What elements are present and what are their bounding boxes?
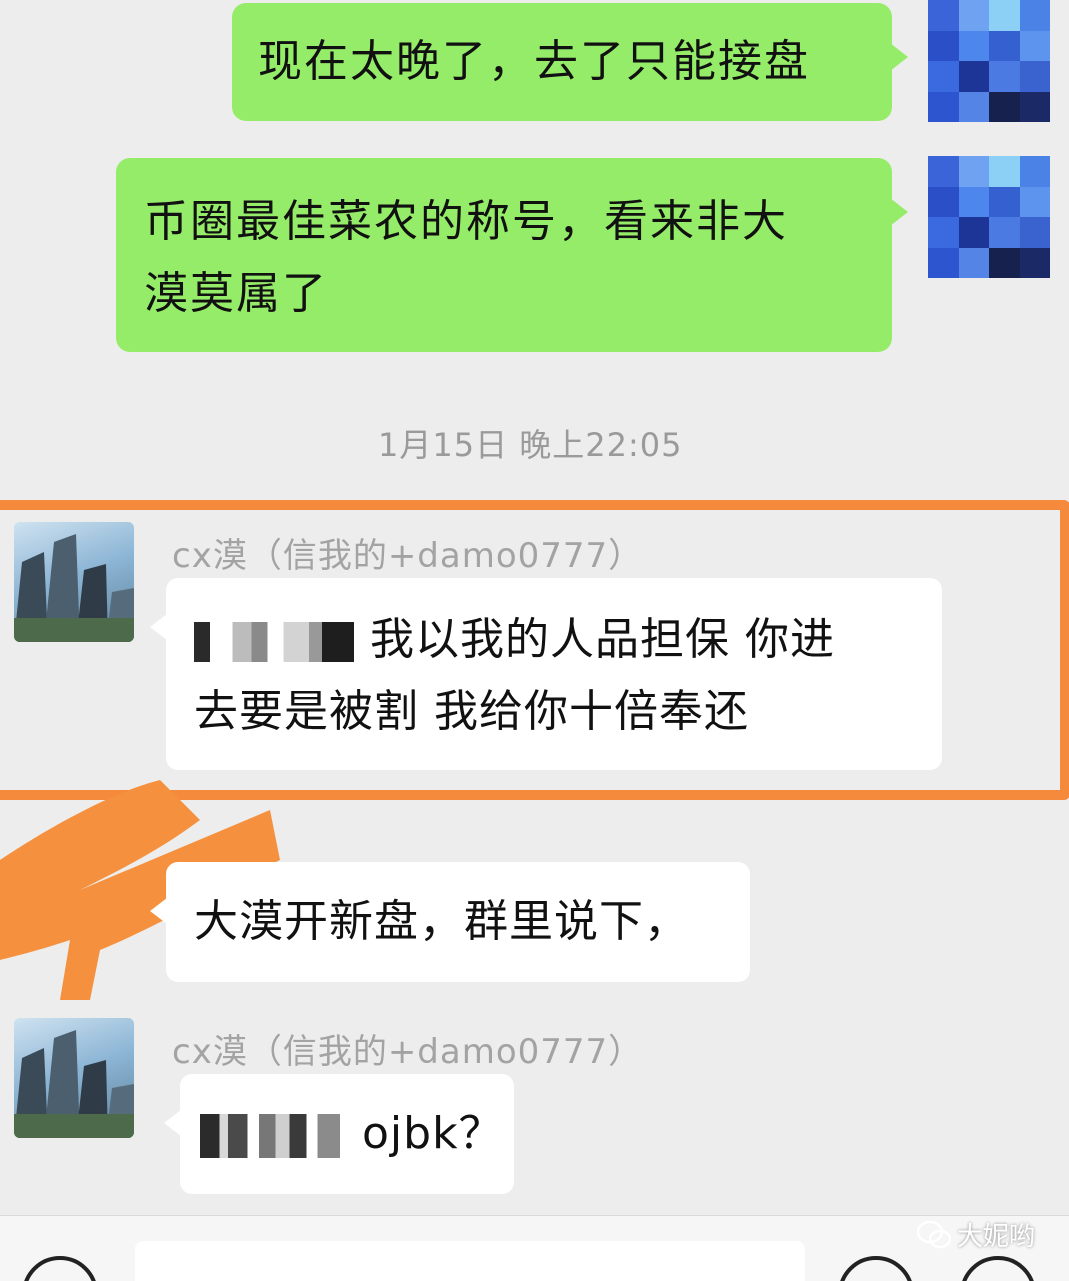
message-input[interactable] (135, 1241, 805, 1281)
emoji-icon[interactable] (838, 1256, 914, 1281)
outgoing-message-1[interactable]: 现在太晚了，去了只能接盘 (232, 3, 908, 121)
message-text: ojbk？ (362, 1108, 504, 1159)
sender-name: cx漠（信我的+damo0777） (172, 536, 644, 576)
watermark: 大妮哟 (916, 1216, 1035, 1253)
incoming-message-1[interactable]: 我以我的人品担保 你进 去要是被割 我给你十倍奉还 (150, 578, 942, 770)
incoming-message-3[interactable]: ojbk？ (164, 1074, 514, 1194)
message-text: 我以我的人品担保 你进 (370, 614, 835, 665)
incoming-message-2[interactable]: 大漠开新盘，群里说下， (150, 862, 750, 982)
message-text-line-1: 我以我的人品担保 你进 (194, 604, 942, 676)
contact-avatar[interactable] (14, 1018, 134, 1138)
city-photo-icon (14, 1030, 134, 1138)
message-text: 大漠开新盘，群里说下， (194, 896, 689, 947)
voice-icon[interactable] (22, 1256, 98, 1281)
contact-avatar[interactable] (14, 522, 134, 642)
message-text-line-1: 币圈最佳菜农的称号，看来非大 (144, 196, 788, 247)
chat-input-bar (0, 1215, 1069, 1281)
sender-name: cx漠（信我的+damo0777） (172, 1032, 644, 1072)
chat-timestamp: 1月15日 晚上22:05 (378, 426, 683, 464)
message-text: 现在太晚了，去了只能接盘 (258, 36, 810, 87)
wechat-logo-icon (916, 1220, 951, 1248)
blurred-mention (194, 622, 354, 662)
message-text-line-2: 漠莫属了 (144, 268, 328, 319)
self-avatar[interactable] (928, 156, 1050, 278)
outgoing-message-2[interactable]: 币圈最佳菜农的称号，看来非大 漠莫属了 (116, 158, 908, 352)
city-photo-icon (14, 534, 134, 642)
self-avatar[interactable] (928, 0, 1050, 122)
blurred-mention (200, 1114, 340, 1158)
message-text-line-2: 去要是被割 我给你十倍奉还 (194, 686, 749, 737)
watermark-text: 大妮哟 (956, 1222, 1035, 1252)
plus-icon[interactable] (960, 1256, 1036, 1281)
